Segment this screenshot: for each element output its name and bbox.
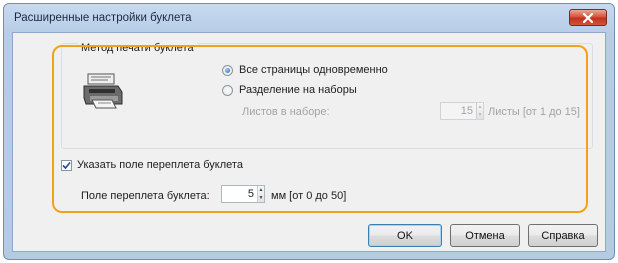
option-split-sets-label: Разделение на наборы [239, 84, 357, 96]
option-all-pages-label: Все страницы одновременно [239, 64, 388, 76]
gutter-checkbox[interactable] [61, 159, 72, 171]
sheets-spin-arrows[interactable]: ▲ ▼ [476, 103, 483, 119]
booklet-printer-icon [83, 73, 123, 109]
close-icon [582, 12, 594, 23]
radio-all-pages[interactable] [222, 64, 233, 76]
print-method-group: Метод печати буклета Все страницы одновр… [61, 42, 593, 149]
sheets-per-set-input[interactable] [441, 103, 476, 119]
option-split-sets[interactable]: Разделение на наборы [222, 84, 357, 96]
gutter-checkbox-label: Указать поле переплета буклета [77, 159, 243, 171]
gutter-spin-arrows[interactable]: ▲ ▼ [257, 186, 264, 202]
close-button[interactable] [569, 9, 607, 26]
gutter-range-text: мм [от 0 до 50] [271, 190, 347, 202]
checkmark-icon [62, 161, 71, 169]
group-caption: Метод печати буклета [78, 42, 197, 54]
spin-up-icon[interactable]: ▲ [477, 103, 483, 111]
spin-down-icon[interactable]: ▼ [258, 194, 264, 202]
spin-up-icon[interactable]: ▲ [258, 186, 264, 194]
dialog-window: Расширенные настройки буклета Метод печа… [3, 3, 615, 260]
dialog-content: Метод печати буклета Все страницы одновр… [12, 32, 606, 252]
gutter-checkbox-row[interactable]: Указать поле переплета буклета [61, 159, 243, 171]
dialog-title: Расширенные настройки буклета [14, 12, 192, 24]
sheets-per-set-stepper[interactable]: ▲ ▼ [440, 102, 484, 120]
help-button[interactable]: Справка [528, 224, 598, 247]
radio-split-sets[interactable] [222, 84, 233, 96]
cancel-button[interactable]: Отмена [450, 224, 520, 247]
ok-button[interactable]: OK [368, 224, 442, 247]
gutter-width-stepper[interactable]: ▲ ▼ [221, 185, 265, 203]
gutter-width-input[interactable] [222, 186, 257, 202]
title-bar[interactable]: Расширенные настройки буклета [4, 4, 614, 32]
sheets-per-set-label: Листов в наборе: [242, 106, 330, 118]
sheets-range-text: Листы [от 1 до 15] [488, 106, 580, 118]
option-all-pages[interactable]: Все страницы одновременно [222, 64, 388, 76]
gutter-field-label: Поле переплета буклета: [81, 190, 210, 202]
spin-down-icon[interactable]: ▼ [477, 111, 483, 119]
